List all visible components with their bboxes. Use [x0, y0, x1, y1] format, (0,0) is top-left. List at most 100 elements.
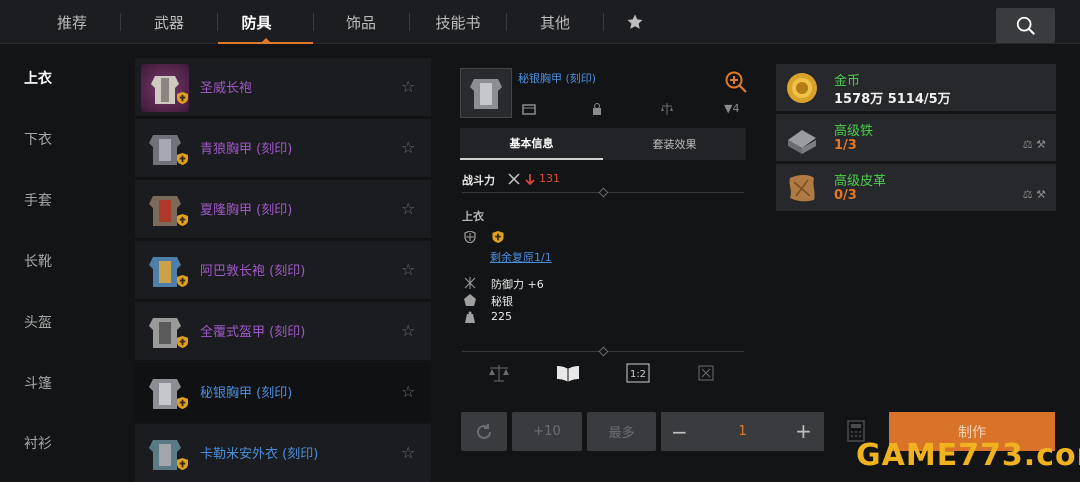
favorite-star-icon[interactable]: ☆: [401, 443, 415, 462]
material-gold: 金币 1578万 5114/5万: [776, 64, 1056, 111]
codex-book-icon[interactable]: [556, 364, 580, 382]
plus-ten-button[interactable]: +10: [512, 412, 582, 451]
armor-item-icon: [141, 186, 189, 234]
ratio-icon[interactable]: 1:2: [626, 363, 650, 383]
item-list: 圣威长袍 ☆ 青狼胸甲 (刻印) ☆ 夏隆胸甲 (刻印) ☆ 阿巴敦长袍 (刻印…: [135, 44, 431, 482]
favorite-star-icon[interactable]: ☆: [401, 138, 415, 157]
tab-set-effect[interactable]: 套装效果: [603, 128, 746, 160]
category-shirt[interactable]: 衬衫: [24, 433, 52, 453]
favorite-star-icon[interactable]: ☆: [401, 260, 415, 279]
engrave-mark-icon: [177, 336, 188, 348]
site-watermark: GAME773.com: [856, 438, 1080, 473]
category-helmet[interactable]: 头盔: [24, 312, 52, 332]
tab-recommend[interactable]: 推荐: [24, 0, 120, 44]
refresh-icon: [477, 423, 491, 439]
item-name: 全覆式盔甲 (刻印): [200, 325, 306, 340]
gold-coin-icon: [787, 73, 817, 103]
material-name: 高级铁: [834, 124, 874, 139]
material-amount: 0/3: [834, 188, 857, 203]
search-button[interactable]: [996, 8, 1055, 43]
restore-remaining-link[interactable]: 剩余复原1/1: [490, 249, 552, 265]
leather-icon: [789, 174, 815, 202]
tab-basic-info[interactable]: 基本信息: [460, 128, 603, 160]
item-name: 阿巴敦长袍 (刻印): [200, 264, 306, 279]
tab-accessory[interactable]: 饰品: [313, 0, 409, 44]
material-tools[interactable]: ⚖ ⚒: [1023, 138, 1046, 151]
armor-item-icon: [141, 369, 189, 417]
max-button[interactable]: 最多: [587, 412, 656, 451]
storage-icon: [522, 104, 536, 115]
material-leather: 高级皮革 0/3 ⚖ ⚒: [776, 164, 1056, 211]
favorite-star-icon[interactable]: ☆: [401, 382, 415, 401]
engrave-mark-icon: [177, 214, 188, 226]
material-icon: [464, 294, 476, 306]
category-top[interactable]: 上衣: [24, 68, 52, 88]
divider-diamond: [598, 187, 609, 198]
item-name: 圣威长袍: [200, 81, 253, 96]
armor-item-icon: [141, 430, 189, 478]
arrow-down-icon: [525, 174, 535, 185]
item-name: 卡勒米安外衣 (刻印): [200, 447, 319, 462]
detail-tab-bar: 基本信息 套装效果: [460, 128, 746, 160]
favorite-star-icon[interactable]: ☆: [401, 321, 415, 340]
divider-diamond: [598, 346, 609, 357]
shield-icon: [464, 231, 476, 243]
material-amount: 1/3: [834, 138, 857, 153]
power-label: 战斗力: [462, 174, 495, 187]
detail-item-name: 秘银胸甲 (刻印): [518, 72, 597, 85]
list-item[interactable]: 夏隆胸甲 (刻印) ☆: [135, 180, 431, 239]
detail-item-icon: [460, 68, 512, 118]
search-icon: [1016, 16, 1035, 35]
item-name: 夏隆胸甲 (刻印): [200, 203, 293, 218]
engrave-mark-icon: [177, 92, 188, 104]
star-icon: [627, 14, 643, 29]
engrave-mark-icon: [177, 153, 188, 165]
list-item[interactable]: 全覆式盔甲 (刻印) ☆: [135, 302, 431, 361]
list-item[interactable]: 青狼胸甲 (刻印) ☆: [135, 119, 431, 178]
material-name: 金币: [834, 74, 861, 89]
engrave-mark-icon: [177, 458, 188, 470]
material-tools[interactable]: ⚖ ⚒: [1023, 188, 1046, 201]
scale-icon: [661, 103, 673, 115]
armor-item-icon: [141, 125, 189, 173]
plus-button[interactable]: +: [795, 419, 812, 443]
tab-favorites[interactable]: [587, 0, 683, 44]
trade-lock-icon: [593, 103, 601, 115]
defense-stat: 防御力 +6: [491, 278, 544, 291]
category-cloak[interactable]: 斗篷: [24, 373, 52, 393]
material-iron: 高级铁 1/3 ⚖ ⚒: [776, 114, 1056, 161]
zoom-in-icon[interactable]: [724, 70, 748, 94]
engrave-mark-icon: [492, 231, 504, 243]
engrave-mark-icon: [177, 275, 188, 287]
category-bottom[interactable]: 下衣: [24, 129, 52, 149]
material-name: 高级皮革: [834, 174, 887, 189]
list-item[interactable]: 卡勒米安外衣 (刻印) ☆: [135, 424, 431, 482]
armor-item-icon: [141, 64, 189, 112]
favorite-star-icon[interactable]: ☆: [401, 199, 415, 218]
power-change-value: 131: [539, 172, 560, 185]
engrave-mark-icon: [177, 397, 188, 409]
compare-scale-icon[interactable]: [488, 364, 510, 382]
favorite-star-icon[interactable]: ☆: [401, 77, 415, 96]
armor-item-icon: [141, 308, 189, 356]
trophy-count: ▼4: [724, 102, 740, 115]
list-item[interactable]: 阿巴敦长袍 (刻印) ☆: [135, 241, 431, 300]
weight-stat: 225: [491, 310, 512, 323]
category-gloves[interactable]: 手套: [24, 190, 52, 210]
list-item-selected[interactable]: 秘银胸甲 (刻印) ☆: [135, 363, 431, 422]
reset-button[interactable]: [461, 412, 507, 451]
category-boots[interactable]: 长靴: [24, 251, 52, 271]
iron-ingot-icon: [788, 130, 816, 154]
defense-icon: [464, 277, 476, 289]
tab-skillbook[interactable]: 技能书: [410, 0, 506, 44]
list-item[interactable]: 圣威长袍 ☆: [135, 58, 431, 117]
material-stat: 秘银: [491, 295, 513, 308]
slot-label: 上衣: [462, 210, 484, 223]
crafting-box-icon[interactable]: [698, 365, 714, 381]
svg-text:1:2: 1:2: [630, 369, 646, 380]
item-name: 秘银胸甲 (刻印): [200, 386, 293, 401]
material-amount: 1578万 5114/5万: [834, 92, 951, 107]
tab-armor[interactable]: 防具: [200, 0, 313, 44]
crossed-swords-icon: [508, 173, 520, 185]
top-tab-bar: 推荐 武器 防具 饰品 技能书 其他: [0, 0, 1080, 44]
